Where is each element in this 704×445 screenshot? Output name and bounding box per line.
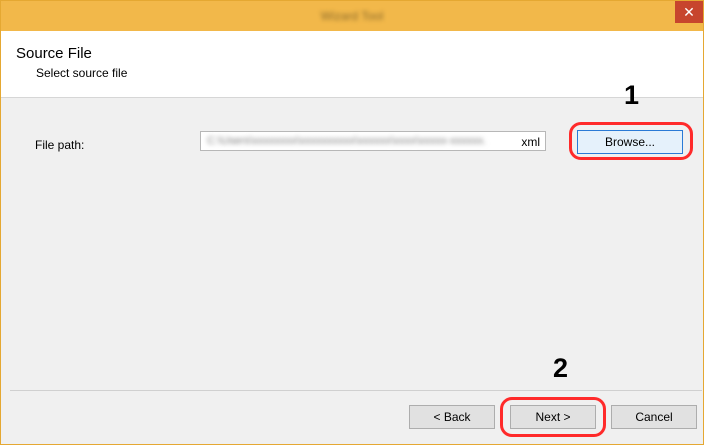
wizard-window: Wizard Tool ✕ Source File Select source … bbox=[0, 0, 704, 445]
page-title: Source File bbox=[16, 45, 92, 62]
title-bar[interactable]: Wizard Tool ✕ bbox=[1, 1, 703, 31]
window-title: Wizard Tool bbox=[320, 9, 384, 23]
close-icon: ✕ bbox=[683, 4, 695, 20]
step-2-callout: 2 bbox=[553, 353, 569, 383]
file-path-label: File path: bbox=[35, 138, 85, 152]
file-path-extension: xml bbox=[521, 135, 540, 149]
cancel-button[interactable]: Cancel bbox=[611, 405, 697, 429]
footer-divider bbox=[10, 390, 702, 391]
file-path-input[interactable]: C:\Users\xxxxxxxx\xxxxxxxxxx\xxxxxx\xxxx… bbox=[200, 131, 546, 151]
close-button[interactable]: ✕ bbox=[675, 1, 703, 23]
back-button[interactable]: < Back bbox=[409, 405, 495, 429]
step-1-callout: 1 bbox=[624, 80, 640, 110]
next-highlight-ring bbox=[500, 397, 606, 437]
browse-highlight-ring bbox=[569, 122, 693, 160]
page-subtitle: Select source file bbox=[36, 66, 128, 80]
wizard-header: Source File Select source file bbox=[1, 31, 703, 98]
file-path-value: C:\Users\xxxxxxxx\xxxxxxxxxx\xxxxxx\xxxx… bbox=[207, 135, 487, 147]
